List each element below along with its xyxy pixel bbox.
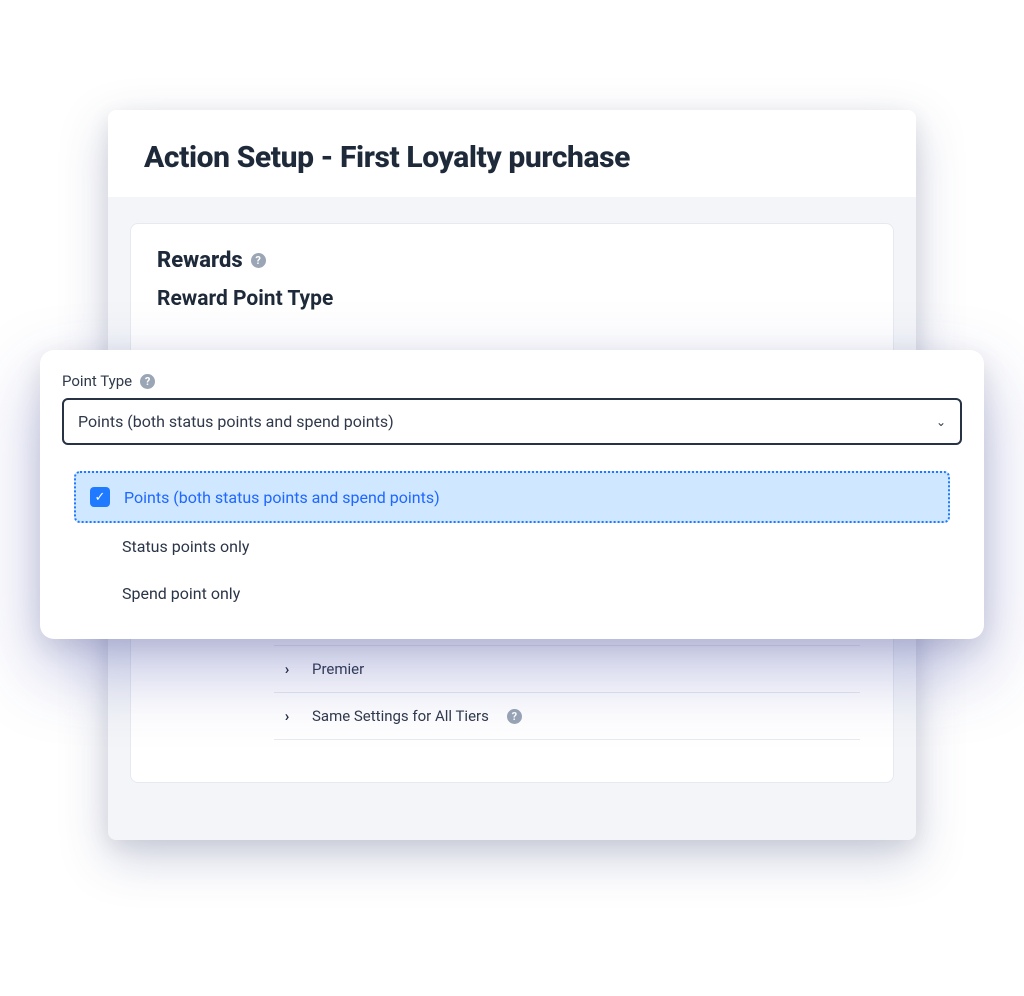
point-type-label-text: Point Type [62,372,132,390]
option-status-only[interactable]: Status points only [74,523,950,570]
select-value: Points (both status points and spend poi… [78,412,394,431]
point-type-label: Point Type ? [62,372,962,390]
page-title: Action Setup - First Loyalty purchase [144,140,880,175]
check-icon: ✓ [90,487,110,507]
section-title-text: Rewards [157,248,243,273]
help-icon[interactable]: ? [251,253,266,268]
tier-row-premier[interactable]: › Premier [274,645,860,692]
point-type-select[interactable]: Points (both status points and spend poi… [62,398,962,445]
card-titlebar: Action Setup - First Loyalty purchase [108,110,916,197]
option-points-both[interactable]: ✓ Points (both status points and spend p… [74,471,950,523]
help-icon[interactable]: ? [507,709,522,724]
option-spend-only[interactable]: Spend point only [74,570,950,617]
subsection-title: Reward Point Type [157,287,867,311]
chevron-down-icon: ⌄ [936,415,946,429]
help-icon[interactable]: ? [140,374,155,389]
chevron-right-icon: › [280,660,294,678]
tier-label: Premier [312,660,364,678]
option-label: Status points only [122,537,249,556]
option-label: Spend point only [122,584,240,603]
point-type-options: ✓ Points (both status points and spend p… [62,471,962,629]
point-type-dropdown-card: Point Type ? Points (both status points … [40,350,984,639]
tier-row-all-tiers[interactable]: › Same Settings for All Tiers ? [274,692,860,740]
chevron-right-icon: › [280,707,294,725]
option-label: Points (both status points and spend poi… [124,488,440,507]
tier-label: Same Settings for All Tiers [312,707,489,725]
section-title: Rewards ? [157,248,867,273]
